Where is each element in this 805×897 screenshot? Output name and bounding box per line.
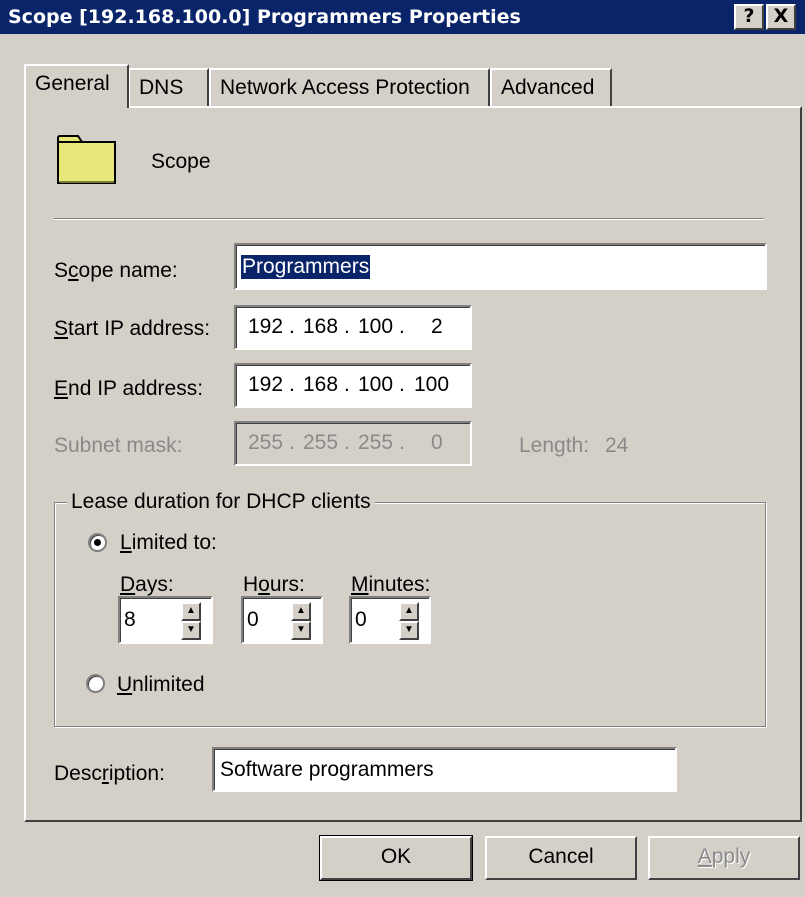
end-ip-octet-3[interactable]: 100 xyxy=(358,373,393,397)
octet-dot: . xyxy=(289,431,295,454)
description-label: Description: xyxy=(54,762,165,785)
days-spinner[interactable]: 8 ▲ ▼ xyxy=(118,596,213,644)
ok-button[interactable]: OK xyxy=(319,835,473,881)
end-ip-input[interactable]: 192 . 168 . 100 . 100 xyxy=(234,363,472,408)
cancel-button[interactable]: Cancel xyxy=(485,836,637,880)
start-ip-octet-2[interactable]: 168 xyxy=(303,315,338,339)
scope-name-input[interactable]: Programmers xyxy=(234,243,767,290)
hours-down-arrow-icon[interactable]: ▼ xyxy=(291,621,311,640)
octet-dot: . xyxy=(399,431,405,454)
hours-value: 0 xyxy=(247,608,259,631)
scope-header-label: Scope xyxy=(151,150,211,173)
hours-spinner[interactable]: 0 ▲ ▼ xyxy=(241,596,323,644)
start-ip-octet-1[interactable]: 192 xyxy=(248,315,283,339)
header-separator xyxy=(54,218,764,220)
end-ip-label: End IP address: xyxy=(54,377,204,400)
limited-to-label[interactable]: Limited to: xyxy=(120,531,217,555)
minutes-down-arrow-icon[interactable]: ▼ xyxy=(399,621,419,640)
hours-up-arrow-icon[interactable]: ▲ xyxy=(291,602,311,621)
subnet-mask-label: Subnet mask: xyxy=(54,434,183,457)
tab-general-label: General xyxy=(35,72,110,95)
folder-icon xyxy=(57,135,116,184)
scope-name-label: Scope name: xyxy=(54,259,178,282)
start-ip-octet-4[interactable]: 2 xyxy=(431,315,443,339)
start-ip-label: Start IP address: xyxy=(54,317,211,340)
apply-button[interactable]: Apply xyxy=(648,836,800,880)
tab-advanced[interactable]: Advanced xyxy=(490,68,612,108)
tab-network-access-protection[interactable]: Network Access Protection xyxy=(209,68,490,108)
tab-dns-label: DNS xyxy=(139,76,184,99)
start-ip-input[interactable]: 192 . 168 . 100 . 2 xyxy=(234,305,472,350)
subnet-mask-input: 255 . 255 . 255 . 0 xyxy=(234,421,472,466)
tab-advanced-label: Advanced xyxy=(501,76,595,99)
days-up-arrow-icon[interactable]: ▲ xyxy=(181,602,201,621)
help-button[interactable]: ? xyxy=(734,4,764,30)
octet-dot: . xyxy=(344,373,350,396)
description-input[interactable]: Software programmers xyxy=(212,747,677,792)
scope-name-value: Programmers xyxy=(241,255,371,279)
unlimited-radio[interactable] xyxy=(86,674,105,693)
unlimited-label[interactable]: Unlimited xyxy=(117,673,205,697)
length-label: Length: xyxy=(519,434,590,457)
days-down-arrow-icon[interactable]: ▼ xyxy=(181,621,201,640)
length-value: 24 xyxy=(605,434,629,457)
octet-dot: . xyxy=(289,373,295,396)
minutes-up-arrow-icon[interactable]: ▲ xyxy=(399,602,419,621)
days-value: 8 xyxy=(124,608,136,631)
octet-dot: . xyxy=(289,315,295,338)
octet-dot: . xyxy=(344,431,350,454)
limited-to-radio[interactable] xyxy=(88,533,107,552)
minutes-label: Minutes: xyxy=(351,573,431,596)
description-value: Software programmers xyxy=(220,758,434,781)
subnet-octet-3: 255 xyxy=(358,431,394,454)
tab-nap-label: Network Access Protection xyxy=(220,76,470,99)
octet-dot: . xyxy=(344,315,350,338)
subnet-octet-1: 255 xyxy=(248,431,284,454)
days-label: Days: xyxy=(120,573,174,596)
end-ip-octet-2[interactable]: 168 xyxy=(303,373,338,397)
tab-dns[interactable]: DNS xyxy=(128,68,209,108)
octet-dot: . xyxy=(399,315,405,338)
start-ip-octet-3[interactable]: 100 xyxy=(358,315,393,339)
subnet-octet-2: 255 xyxy=(303,431,339,454)
lease-duration-title: Lease duration for DHCP clients xyxy=(67,490,375,514)
minutes-value: 0 xyxy=(355,608,367,631)
end-ip-octet-4[interactable]: 100 xyxy=(414,373,449,397)
end-ip-octet-1[interactable]: 192 xyxy=(248,373,283,397)
close-button[interactable]: X xyxy=(766,4,796,30)
hours-label: Hours: xyxy=(243,573,305,596)
subnet-octet-4: 0 xyxy=(431,431,443,454)
window-title: Scope [192.168.100.0] Programmers Proper… xyxy=(8,6,521,28)
minutes-spinner[interactable]: 0 ▲ ▼ xyxy=(349,596,431,644)
octet-dot: . xyxy=(399,373,405,396)
tab-general[interactable]: General xyxy=(24,64,129,108)
